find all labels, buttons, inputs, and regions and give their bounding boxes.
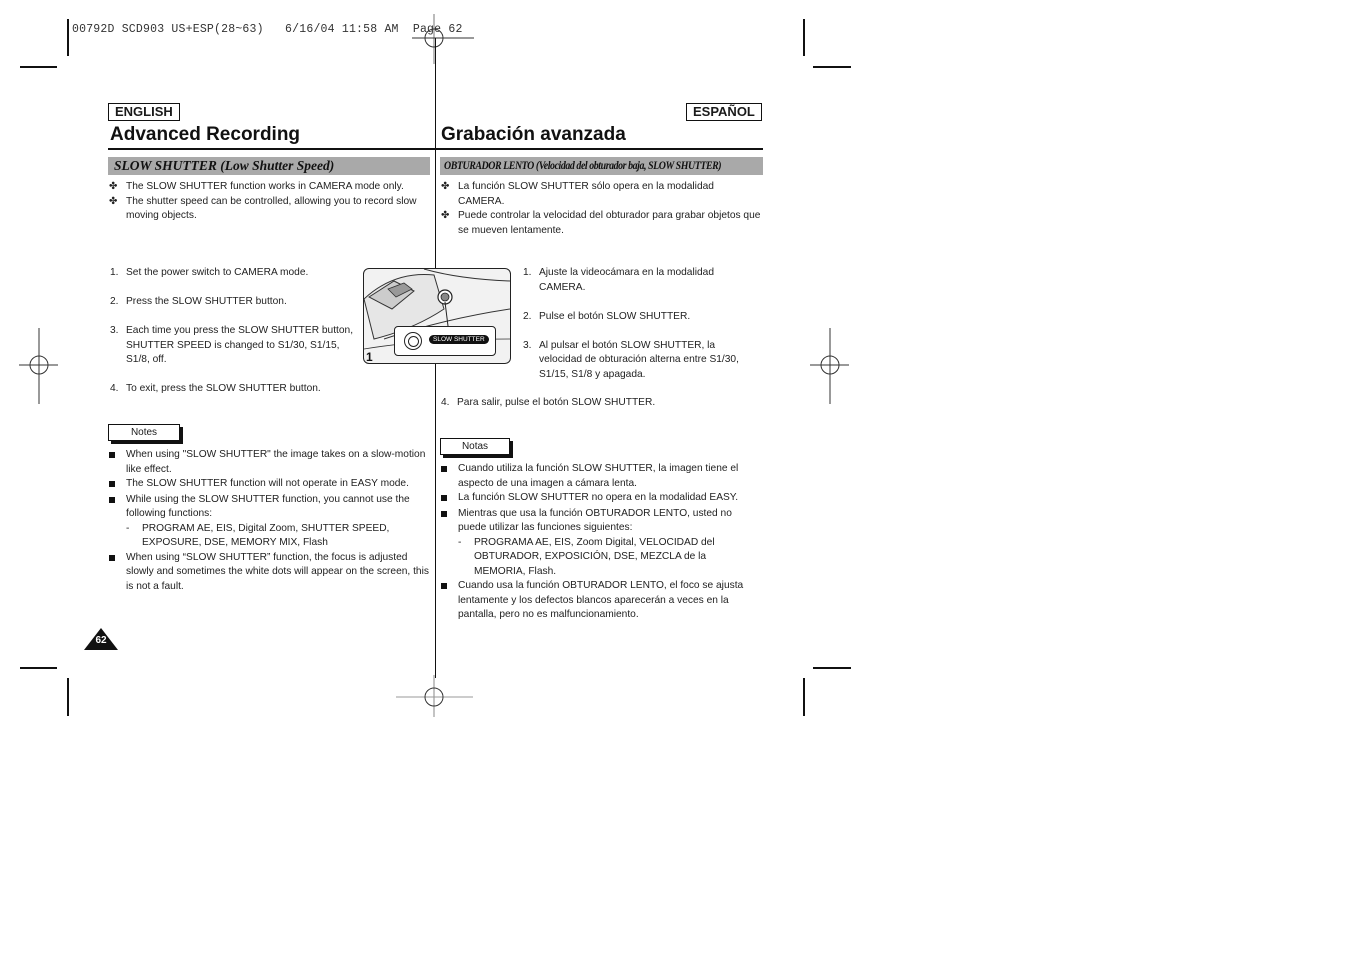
page-title-english: Advanced Recording [110, 124, 301, 145]
step-item: 4. Para salir, pulse el botón SLOW SHUTTE… [441, 397, 656, 408]
square-bullet-icon [441, 462, 458, 491]
notes-list-english: When using "SLOW SHUTTER" the image take… [109, 448, 429, 594]
registration-mark-icon [412, 14, 474, 64]
registration-mark-icon [396, 675, 473, 717]
section-heading-text: OBTURADOR LENTO (Velocidad del obturador… [444, 160, 722, 172]
note-item: The SLOW SHUTTER function will not opera… [109, 477, 429, 493]
step-marker: 1 [366, 350, 373, 363]
intro-item: ✤ Puede controlar la velocidad del obtura… [441, 209, 763, 238]
callout-box: SLOW SHUTTER [394, 326, 496, 356]
section-heading-text: SLOW SHUTTER (Low Shutter Speed) [114, 158, 335, 173]
crop-mark [67, 678, 69, 716]
crop-mark [803, 19, 805, 56]
note-item: La función SLOW SHUTTER no opera en la m… [441, 491, 763, 507]
step-item: 1. Ajuste la videocámara en la modalidad … [523, 267, 714, 293]
camera-illustration: 1 SLOW SHUTTER [363, 268, 511, 364]
language-badge-espanol: ESPAÑOL [686, 103, 762, 121]
cross-bullet-icon: ✤ [109, 195, 118, 207]
square-bullet-icon [109, 493, 126, 522]
note-item: Mientras que usa la función OBTURADOR LE… [441, 507, 763, 536]
crop-mark [813, 667, 851, 669]
language-badge-english: ENGLISH [108, 103, 180, 121]
title-rule [436, 148, 763, 150]
note-item: Cuando utiliza la función SLOW SHUTTER, … [441, 462, 763, 491]
page-title-espanol: Grabación avanzada [441, 124, 626, 145]
note-subitem: - PROGRAMA AE, EIS, Zoom Digital, VELOCID… [458, 536, 715, 577]
intro-item: ✤ The shutter speed can be controlled, al… [109, 195, 427, 224]
shutter-button-icon [404, 332, 422, 350]
steps-list-english: 1. Set the power switch to CAMERA mode. 2… [110, 266, 360, 397]
square-bullet-icon [109, 477, 126, 493]
intro-list-english: ✤ The SLOW SHUTTER function works in CAME… [109, 180, 427, 224]
section-heading-espanol: OBTURADOR LENTO (Velocidad del obturador… [440, 157, 763, 175]
cross-bullet-icon: ✤ [441, 181, 450, 192]
square-bullet-icon [109, 448, 126, 477]
step-item: 2. Press the SLOW SHUTTER button. [110, 296, 287, 307]
crop-mark [20, 66, 57, 68]
crop-mark [803, 678, 805, 716]
step-item: 4. To exit, press the SLOW SHUTTER button… [110, 383, 321, 394]
step-item: 3. Each time you press the SLOW SHUTTER b… [110, 325, 354, 365]
note-item: Cuando usa la función OBTURADOR LENTO, e… [441, 579, 763, 623]
registration-mark-icon [810, 328, 849, 404]
title-rule [108, 148, 435, 150]
note-item: When using "SLOW SHUTTER" the image take… [109, 448, 429, 477]
cross-bullet-icon: ✤ [441, 210, 450, 221]
crop-mark [813, 66, 851, 68]
registration-mark-icon [19, 328, 58, 404]
intro-item: ✤ La función SLOW SHUTTER sólo opera en l… [441, 180, 763, 209]
intro-list-espanol: ✤ La función SLOW SHUTTER sólo opera en l… [441, 180, 763, 238]
note-subitem: - PROGRAM AE, EIS, Digital Zoom, SHUTTER … [126, 522, 390, 549]
print-slug: 00792D SCD903 US+ESP(28~63) 6/16/04 11:5… [72, 23, 463, 36]
notes-label-english: Notes [108, 424, 180, 441]
square-bullet-icon [441, 507, 458, 536]
square-bullet-icon [441, 491, 458, 507]
steps-list-espanol: 1. Ajuste la videocámara en la modalidad … [523, 266, 753, 382]
page-number: 62 [95, 635, 107, 646]
step-item: 2. Pulse el botón SLOW SHUTTER. [523, 310, 691, 322]
section-heading-english: SLOW SHUTTER (Low Shutter Speed) [108, 157, 430, 175]
notes-label-espanol: Notas [440, 438, 510, 455]
cross-bullet-icon: ✤ [109, 181, 118, 192]
crop-mark [20, 667, 57, 669]
crop-mark [67, 19, 69, 56]
step-item: 1. Set the power switch to CAMERA mode. [110, 267, 309, 278]
note-item: When using “SLOW SHUTTER” function, the … [109, 551, 429, 595]
square-bullet-icon [109, 551, 126, 595]
slow-shutter-label: SLOW SHUTTER [429, 335, 489, 344]
square-bullet-icon [441, 579, 458, 623]
note-item: While using the SLOW SHUTTER function, y… [109, 493, 429, 522]
step-item: 3. Al pulsar el botón SLOW SHUTTER, la ve… [523, 339, 739, 380]
intro-item: ✤ The SLOW SHUTTER function works in CAME… [109, 180, 427, 195]
notes-list-espanol: Cuando utiliza la función SLOW SHUTTER, … [441, 462, 763, 623]
